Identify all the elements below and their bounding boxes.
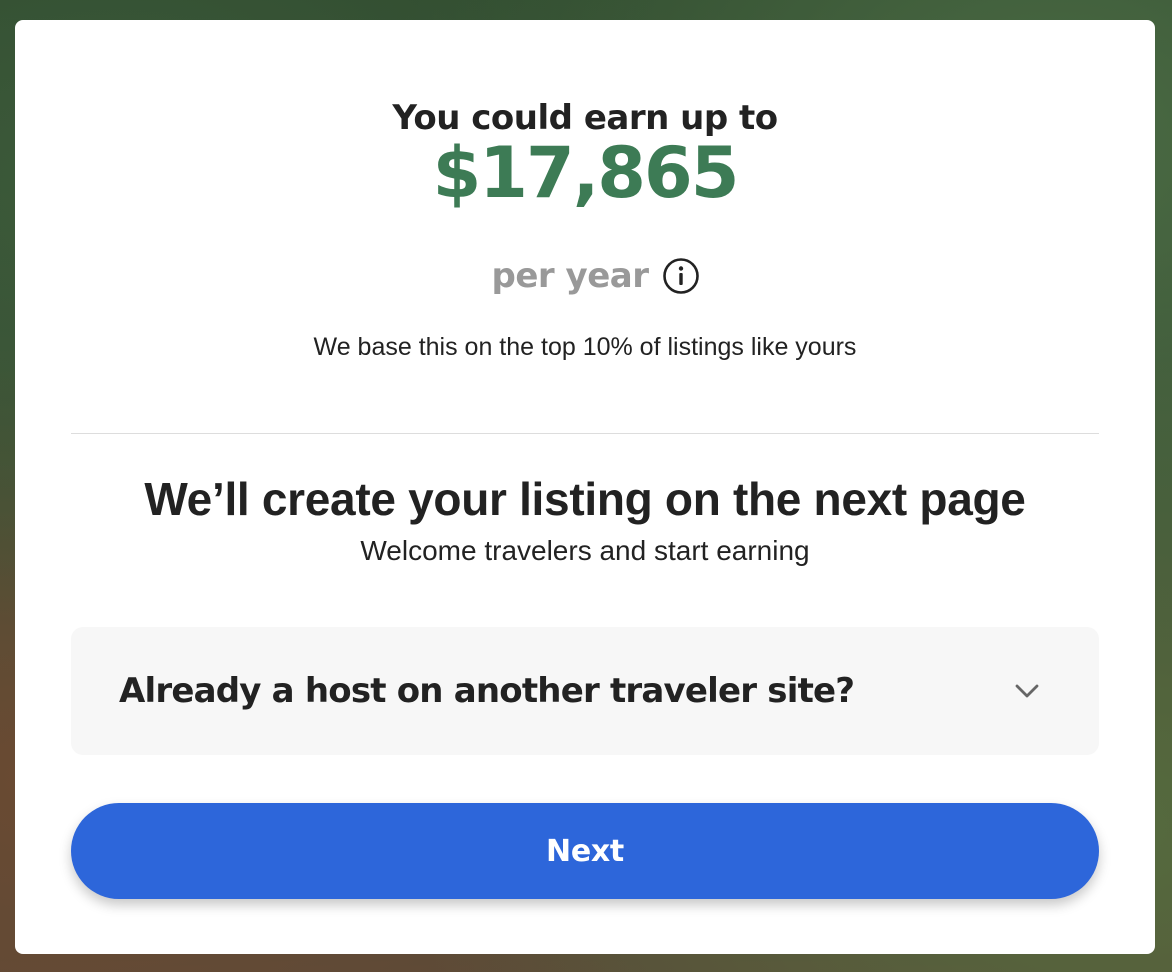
earnings-amount: $17,865 (432, 132, 740, 214)
listing-subheading: Welcome travelers and start earning (360, 535, 810, 566)
chevron-down-icon[interactable] (1013, 677, 1041, 705)
next-button[interactable]: Next (71, 803, 1099, 899)
section-divider (71, 433, 1099, 434)
earnings-period: per year (491, 256, 649, 296)
already-host-accordion[interactable]: Already a host on another traveler site? (71, 627, 1099, 755)
info-icon[interactable] (662, 257, 700, 295)
earnings-basis-note: We base this on the top 10% of listings … (313, 333, 857, 361)
earnings-period-row: per year (15, 256, 1155, 296)
accordion-label: Already a host on another traveler site? (119, 671, 855, 711)
earnings-dialog: You could earn up to $17,865 per year We… (15, 20, 1155, 954)
listing-heading: We’ll create your listing on the next pa… (144, 473, 1026, 525)
